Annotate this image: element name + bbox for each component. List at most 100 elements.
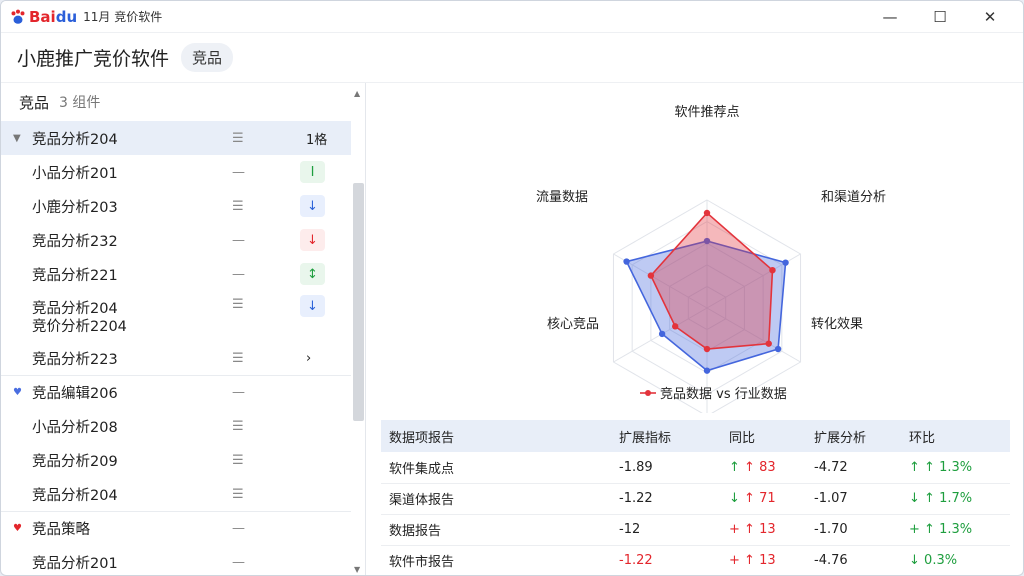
col-header: 数据项报告 — [381, 420, 611, 452]
close-button[interactable]: ✕ — [965, 1, 1015, 33]
table-cell: + ↑ 13 — [721, 514, 806, 546]
list-item[interactable]: 竞品分析209 ☰ — [1, 443, 351, 477]
expand-caret-icon[interactable]: ♥ — [13, 523, 22, 534]
table-cell: ↑ ↑ 83 — [721, 452, 806, 484]
cell-value: ↑ 83 — [744, 459, 776, 475]
item-menu-icon[interactable]: ☰ — [232, 199, 244, 214]
radar-point — [703, 367, 711, 374]
table-cell: ↓ 0.3% — [901, 545, 1010, 575]
trend-prefix: ↓ — [729, 491, 740, 506]
col-header: 扩展指标 — [611, 420, 721, 452]
window-title: 11月 竞价软件 — [83, 10, 163, 24]
scrollbar-thumb[interactable] — [353, 183, 364, 421]
trend-badge: ↓ — [300, 229, 325, 251]
cell-value: -1.89 — [619, 459, 653, 475]
radar-axis-label: 和渠道分析 — [821, 190, 886, 205]
competitor-list-panel: 竞品 3 组件 ▼ 竞品分析204 ☰ 1格 小品分析201— I 小鹿分析203 ☰ ↓ 竞品分… — [1, 83, 366, 575]
radar-point — [774, 345, 782, 353]
table-cell: -1.22 — [611, 545, 721, 575]
trend-prefix: ↑ — [729, 459, 740, 475]
item-extra: 1格 — [306, 132, 328, 148]
table-cell: -12 — [611, 514, 721, 546]
item-menu-icon[interactable]: — — [232, 385, 245, 400]
item-menu-icon[interactable]: — — [232, 267, 245, 282]
cell-value: -4.72 — [814, 459, 848, 475]
list-item[interactable]: 竞品分析232 — ↓ — [1, 223, 351, 257]
logo-text: Baidu — [29, 7, 78, 26]
scroll-up-icon[interactable]: ▲ — [354, 89, 360, 98]
item-menu-icon[interactable]: — — [232, 233, 245, 248]
item-menu-icon[interactable]: — — [232, 555, 245, 570]
radar-axis-label: 核心竞品 — [547, 316, 599, 332]
item-menu-icon[interactable]: ☰ — [232, 453, 244, 468]
col-header: 扩展分析 — [806, 420, 901, 452]
item-menu-icon[interactable]: ☰ — [232, 419, 244, 434]
item-menu-icon[interactable]: — — [232, 521, 245, 536]
list-item[interactable]: 小品分析201 — I — [1, 155, 351, 189]
cell-value: -1.22 — [619, 553, 653, 568]
list-item[interactable]: 竞品分析221 — ↕ — [1, 257, 351, 291]
legend-marker — [645, 390, 651, 396]
list-group-row[interactable]: ▼ 竞品分析204 ☰ 1格 — [1, 121, 351, 155]
item-menu-icon[interactable]: ☰ — [232, 131, 244, 146]
scroll-down-icon[interactable]: ▼ — [354, 565, 360, 574]
item-menu-icon[interactable]: ☰ — [232, 351, 244, 366]
list-group-row[interactable]: ♥ 竞品策略 — — [1, 511, 351, 545]
cell-value: 0.3% — [924, 553, 958, 568]
item-name: 小品分析208 — [32, 419, 118, 436]
expand-caret-icon[interactable]: ♥ — [13, 387, 22, 398]
cell-value: ↑ 1.7% — [924, 491, 973, 506]
cell-value: -12 — [619, 522, 641, 537]
paw-logo-icon — [11, 9, 25, 24]
table-row[interactable]: 数据报告 -12 + ↑ 13 -1.70 + ↑ 1.3% — [381, 514, 1010, 546]
item-name: 竞品编辑206 — [32, 386, 118, 402]
item-menu-icon[interactable]: ☰ — [232, 297, 244, 312]
cell-value: -1.70 — [814, 522, 848, 537]
cell-value: -1.07 — [814, 491, 848, 506]
cell-value: 渠道体报告 — [389, 493, 455, 508]
radar-axis-label: 软件推荐点 — [674, 105, 739, 120]
table-row[interactable]: 渠道体报告 -1.22 ↓ ↑ 71 -1.07 ↓ ↑ 1.7% — [381, 483, 1010, 515]
trend-badge: ↓ — [300, 195, 325, 217]
table-row[interactable]: 软件集成点 -1.89 ↑ ↑ 83 -4.72 ↑ ↑ 1.3% — [381, 452, 1010, 484]
table-cell: -1.22 — [611, 483, 721, 515]
radar-axis-label: 转化效果 — [811, 317, 863, 332]
radar-legend: 竞品数据 vs 行业数据 — [660, 386, 787, 402]
item-menu-icon[interactable]: ☰ — [232, 487, 244, 502]
item-name: 竞品分析201 — [32, 555, 118, 572]
list-item[interactable]: 竞品分析201 — — [1, 545, 351, 575]
list-item[interactable]: 竞品分析204 ☰ — [1, 477, 351, 511]
item-name: 小鹿分析203 — [32, 199, 118, 216]
trend-prefix: + — [729, 553, 740, 568]
table-cell: 数据报告 — [381, 514, 611, 546]
list-item[interactable]: 竞品分析223 ☰ › — [1, 341, 351, 375]
title-bar: Baidu 11月 竞价软件 — ☐ ✕ — [1, 1, 1023, 33]
cell-value: ↑ 1.3% — [924, 459, 973, 475]
table-row[interactable]: 软件市报告 -1.22 + ↑ 13 -4.76 ↓ 0.3% — [381, 545, 1010, 575]
radar-point — [647, 272, 655, 279]
list-item[interactable]: 竞品分析204 竞价分析2204 ☰ ↓ — [1, 291, 351, 341]
list-scrollbar[interactable]: ▲ ▼ — [351, 83, 366, 575]
page-header: 小鹿推广竞价软件 竞品 — [1, 33, 1023, 83]
cell-value: ↑ 71 — [744, 491, 776, 506]
item-name: 竞品策略 — [32, 522, 90, 538]
trend-badge: I — [300, 161, 325, 183]
table-cell: -1.89 — [611, 452, 721, 484]
trend-prefix: ↑ — [909, 459, 920, 475]
list-item[interactable]: 小鹿分析203 ☰ ↓ — [1, 189, 351, 223]
list-group-row[interactable]: ♥ 竞品编辑206 — — [1, 375, 351, 409]
table-cell: ↑ ↑ 1.3% — [901, 452, 1010, 484]
item-name: 竞品分析209 — [32, 453, 118, 470]
radar-point — [623, 258, 630, 265]
competitor-list: ▼ 竞品分析204 ☰ 1格 小品分析201— I 小鹿分析203 ☰ ↓ 竞品分析232— ↓ 竞品… — [1, 121, 351, 575]
minimize-button[interactable]: — — [865, 1, 915, 33]
expand-caret-icon[interactable]: ▼ — [13, 133, 21, 144]
radar-axis-label: 流量数据 — [536, 190, 588, 205]
item-menu-icon[interactable]: — — [232, 165, 245, 180]
maximize-button[interactable]: ☐ — [915, 1, 965, 33]
item-name: 小品分析201 — [32, 165, 118, 182]
list-item[interactable]: 小品分析208 ☰ — [1, 409, 351, 443]
analysis-panel: 软件推荐点和渠道分析转化效果 核心竞品 流量数据竞品数据 vs 行业数据 数据项报告… — [366, 83, 1023, 575]
item-name: 竞品分析223 — [32, 351, 118, 368]
competitor-tab[interactable]: 竞品 — [181, 43, 234, 72]
